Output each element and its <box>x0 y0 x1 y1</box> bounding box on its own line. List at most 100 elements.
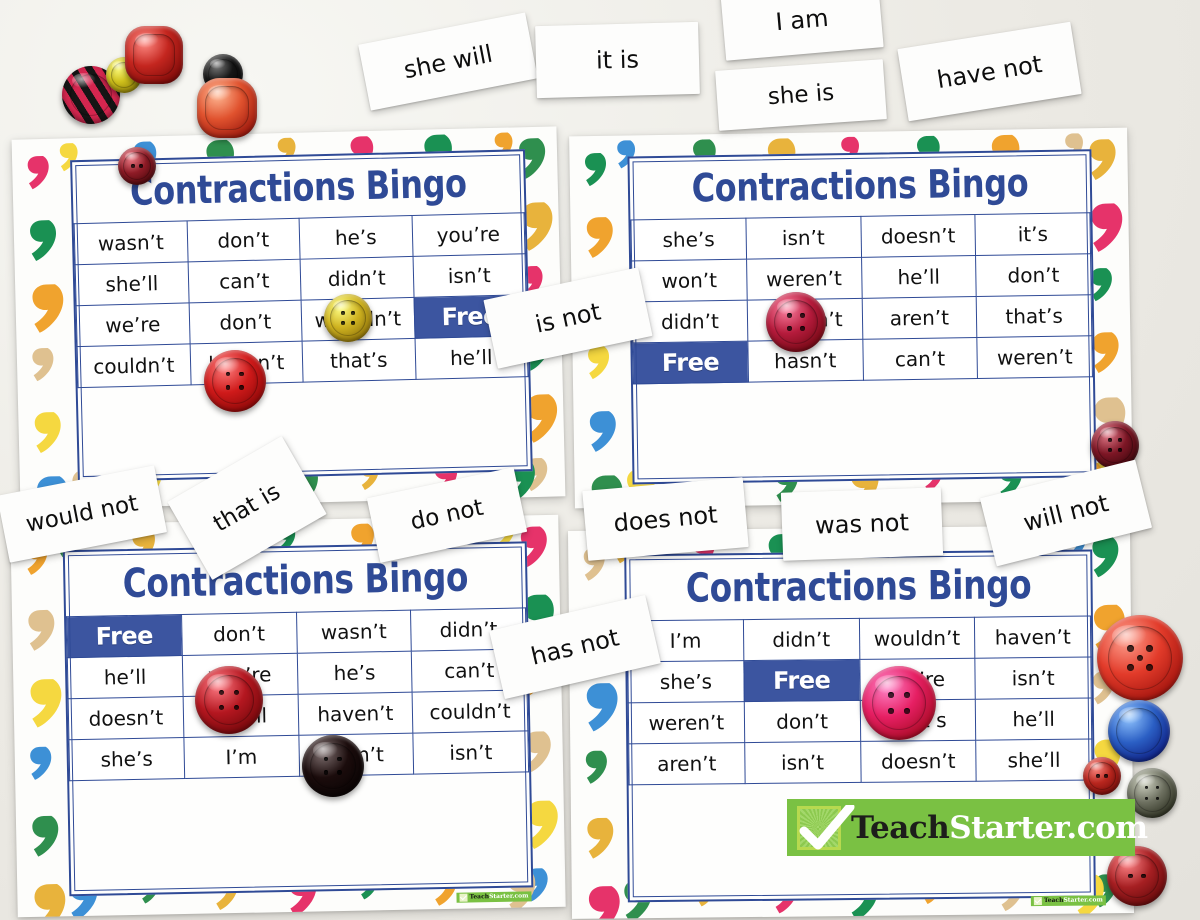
bingo-grid[interactable]: Freedon’twasn’tdidn’the’llyou’rehe’scan’… <box>66 607 529 781</box>
bingo-cell[interactable]: we’re <box>76 302 190 347</box>
watermark-light: Starter.com <box>1063 896 1103 904</box>
watermark-dark: Teach <box>469 893 490 901</box>
bingo-cell[interactable]: I’m <box>183 735 300 779</box>
bingo-cell[interactable]: she’s <box>627 660 745 703</box>
bingo-cell[interactable]: that’s <box>302 338 416 383</box>
bingo-cell[interactable]: isn’t <box>412 253 527 298</box>
bingo-grid-body: wasn’t don’t he’s you’re she’ll can’t didn’t is… <box>74 212 529 388</box>
teachstarter-logo[interactable]: TeachStarter.com <box>787 799 1148 856</box>
bingo-grid[interactable]: she’s isn’t doesn’t it’s won’t weren’t he’ll do… <box>630 212 1093 384</box>
bingo-cell[interactable]: he’ll <box>975 697 1092 741</box>
button-hole <box>800 326 805 331</box>
button-black-glossy[interactable] <box>302 735 364 797</box>
bingo-cell[interactable]: can’t <box>862 337 978 381</box>
bingo-cell[interactable]: didn’t <box>743 618 860 661</box>
bingo-cell[interactable]: he’ll <box>67 655 183 699</box>
bingo-cell[interactable]: she’ll <box>975 738 1093 782</box>
bingo-cell[interactable]: couldn’t <box>77 343 191 388</box>
bingo-cell[interactable]: weren’t <box>977 335 1093 379</box>
comma-decoration-icon <box>582 682 621 734</box>
word-card-she-will[interactable]: she will <box>358 12 538 111</box>
word-card-i-am[interactable]: I am <box>720 0 884 61</box>
bingo-cell[interactable]: didn’t <box>300 256 414 301</box>
bingo-cell[interactable]: don’t <box>186 218 301 262</box>
button-hole <box>139 164 143 168</box>
button-inner-ring <box>212 358 258 404</box>
bingo-card-top-right[interactable]: Contractions Bingo she’s isn’t doesn’t it’s… <box>569 127 1133 509</box>
logo-text-teach: Teach <box>851 809 950 846</box>
teachstarter-watermark: TeachStarter.com <box>1030 895 1106 907</box>
bingo-cell[interactable]: it’s <box>975 212 1091 256</box>
watermark-light: Starter.com <box>488 892 529 901</box>
bingo-free-cell[interactable]: Free <box>743 659 860 702</box>
bingo-cell[interactable]: you’re <box>411 212 525 257</box>
bingo-cell[interactable]: won’t <box>631 259 747 302</box>
bingo-cell[interactable]: isn’t <box>413 730 529 775</box>
comma-decoration-icon <box>27 282 66 334</box>
comma-decoration-icon <box>26 219 59 263</box>
bingo-cell[interactable]: wasn’t <box>74 220 188 265</box>
button-red-tiny[interactable] <box>1083 757 1121 795</box>
bingo-cell[interactable]: aren’t <box>628 742 745 785</box>
word-card-have-not[interactable]: have not <box>897 21 1082 122</box>
bingo-cell[interactable]: don’t <box>181 612 297 656</box>
button-hole <box>1118 448 1123 453</box>
button-orange-big[interactable] <box>197 78 257 138</box>
word-card-was-not[interactable]: was not <box>780 487 944 561</box>
button-hole <box>1096 774 1100 778</box>
word-card-she-is[interactable]: she is <box>715 59 887 131</box>
button-dark-red-top[interactable] <box>118 147 156 185</box>
bingo-grid[interactable]: I’mdidn’twouldn’thaven’tshe’sFreewe’reis… <box>627 615 1093 785</box>
bingo-cell[interactable]: she’s <box>630 218 747 261</box>
word-card-it-is[interactable]: it is <box>535 21 700 99</box>
bingo-cell[interactable]: can’t <box>187 259 302 303</box>
button-inner-ring <box>133 34 176 77</box>
bingo-card-bottom-right[interactable]: Contractions Bingo I’m didn’t wouldn’t have… <box>567 525 1135 919</box>
bingo-cell[interactable]: doesn’t <box>68 696 184 740</box>
button-red-grid-bl[interactable] <box>195 666 263 734</box>
bingo-cell[interactable]: haven’t <box>974 615 1091 659</box>
bingo-cell[interactable]: she’ll <box>75 261 189 306</box>
button-pink-big[interactable] <box>862 666 936 740</box>
bingo-cell[interactable]: isn’t <box>744 741 861 784</box>
bingo-cell[interactable]: doesn’t <box>860 214 976 258</box>
button-hole <box>1107 448 1112 453</box>
button-hole <box>239 371 245 377</box>
bingo-cell[interactable]: wouldn’t <box>858 617 976 660</box>
bingo-cell[interactable]: he’s <box>296 651 413 695</box>
word-card-does-not[interactable]: does not <box>582 477 749 561</box>
bingo-cell[interactable]: isn’t <box>745 216 862 260</box>
bingo-cell[interactable]: weren’t <box>628 701 745 744</box>
bingo-free-cell[interactable]: Free <box>66 614 183 658</box>
bingo-cell[interactable]: aren’t <box>861 296 978 340</box>
bingo-cell[interactable]: doesn’t <box>860 740 977 783</box>
word-card-label: she will <box>401 39 495 84</box>
bingo-cell[interactable]: he’ll <box>861 255 977 299</box>
button-blue-dome[interactable] <box>1108 700 1170 762</box>
bingo-cell[interactable]: that’s <box>976 294 1092 338</box>
button-crimson[interactable] <box>766 292 826 352</box>
word-card-label: have not <box>935 49 1044 94</box>
bingo-free-cell[interactable]: Free <box>632 341 749 384</box>
bingo-cell[interactable]: she’s <box>68 737 185 781</box>
button-hole <box>787 326 792 331</box>
bingo-grid[interactable]: wasn’t don’t he’s you’re she’ll can’t didn’t is… <box>74 212 529 388</box>
bingo-card-bottom-left[interactable]: Contractions Bingo Free don’t wasn’t didn’t… <box>10 514 566 918</box>
bingo-cell[interactable]: don’t <box>188 300 303 344</box>
bingo-cell[interactable]: haven’t <box>297 692 414 736</box>
comma-decoration-icon <box>25 677 64 729</box>
button-red-rounded[interactable] <box>125 26 183 84</box>
bingo-cell[interactable]: isn’t <box>975 656 1092 700</box>
button-red-glossy[interactable] <box>204 350 266 412</box>
bingo-cell[interactable]: don’t <box>975 253 1092 297</box>
button-inner-ring <box>204 675 254 725</box>
bingo-cell[interactable]: he’s <box>299 215 413 260</box>
button-hole <box>1127 664 1134 671</box>
bingo-cell[interactable]: don’t <box>744 700 861 743</box>
bingo-cell[interactable]: wasn’t <box>296 610 412 654</box>
button-red-large[interactable] <box>1097 615 1183 701</box>
button-inner-ring <box>1097 427 1133 463</box>
card-border-decoration <box>569 128 1127 509</box>
button-yellow-grid[interactable] <box>324 294 372 342</box>
button-hole <box>1127 645 1134 652</box>
